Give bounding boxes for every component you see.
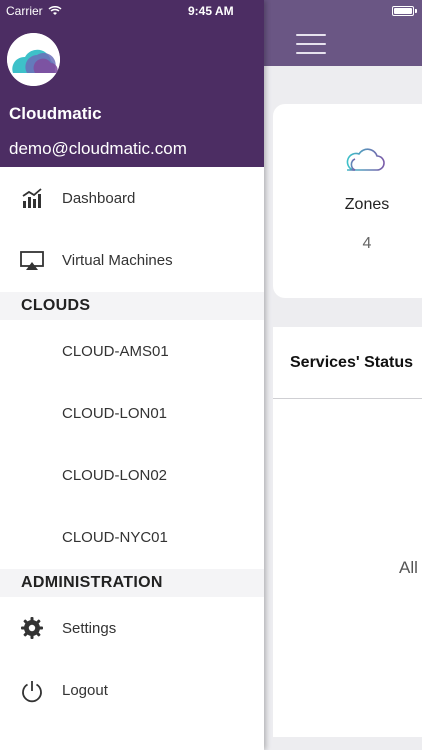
services-status-title: Services' Status: [290, 354, 413, 371]
power-icon: [22, 681, 42, 703]
nav-item-settings[interactable]: Settings: [0, 598, 264, 658]
navigation-drawer: Carrier 9:45 AM Cloudmatic demo@cloudmat…: [0, 0, 264, 750]
cloud-item-label: CLOUD-LON01: [62, 405, 168, 422]
nav-item-dashboard[interactable]: Dashboard: [0, 168, 264, 228]
user-email: demo@cloudmatic.com: [9, 139, 187, 158]
app-logo: [7, 33, 60, 86]
wifi-icon: [48, 6, 62, 15]
main-header: [264, 0, 422, 66]
status-carrier: Carrier: [6, 4, 62, 18]
zones-title: Zones: [344, 196, 390, 213]
cloud-item-label: CLOUD-NYC01: [62, 529, 168, 546]
cloud-item[interactable]: CLOUD-LON02: [0, 445, 264, 505]
nav-item-logout[interactable]: Logout: [0, 660, 264, 720]
divider: [273, 398, 422, 399]
nav-item-virtual-machines[interactable]: Virtual Machines: [0, 230, 264, 290]
zones-count: 4: [362, 235, 372, 252]
bar-chart-icon: [22, 188, 42, 208]
app-name: Cloudmatic: [9, 104, 102, 123]
nav-label-virtual-machines: Virtual Machines: [62, 252, 173, 269]
cloud-item-label: CLOUD-AMS01: [62, 343, 169, 360]
cloud-icon: [346, 148, 385, 171]
drawer-header: Carrier 9:45 AM Cloudmatic demo@cloudmat…: [0, 0, 264, 167]
cloud-item-label: CLOUD-LON02: [62, 467, 168, 484]
nav-label-dashboard: Dashboard: [62, 190, 136, 207]
nav-label-logout: Logout: [62, 682, 108, 699]
carrier-label: Carrier: [6, 4, 43, 18]
section-label-administration: ADMINISTRATION: [21, 574, 163, 591]
section-label-clouds: CLOUDS: [21, 297, 91, 314]
zones-card[interactable]: Zones 4: [273, 104, 422, 298]
gear-icon: [21, 617, 43, 639]
services-status-text: All: [399, 558, 418, 577]
main-view: Zones 4 Services' Status All: [264, 0, 422, 750]
cloud-item[interactable]: CLOUD-AMS01: [0, 321, 264, 381]
services-status-card: Services' Status All: [273, 327, 422, 737]
section-header-administration: ADMINISTRATION: [0, 569, 264, 597]
nav-label-settings: Settings: [62, 620, 117, 637]
cloud-item[interactable]: CLOUD-LON01: [0, 383, 264, 443]
cloud-item[interactable]: CLOUD-NYC01: [0, 507, 264, 567]
battery-icon: [392, 6, 417, 16]
menu-icon[interactable]: [296, 34, 326, 54]
section-header-clouds: CLOUDS: [0, 292, 264, 320]
airplay-icon: [20, 251, 44, 270]
status-time: 9:45 AM: [188, 4, 234, 18]
